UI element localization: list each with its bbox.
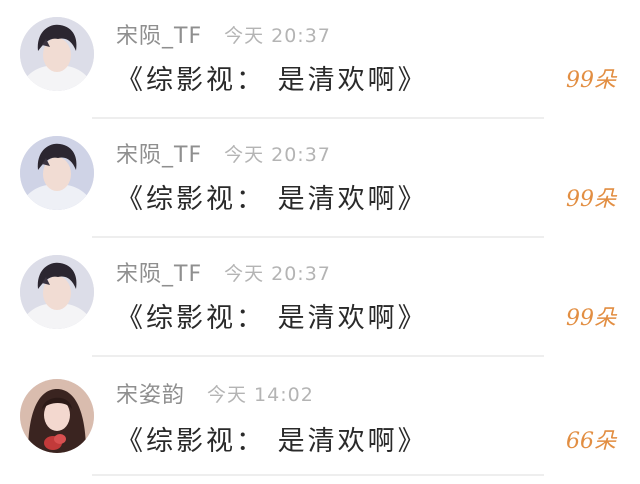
list-item[interactable]: 宋陨_TF 今天 20:37 《综影视： 是清欢啊》 99朵 bbox=[0, 238, 640, 357]
timestamp: 今天 20:37 bbox=[224, 262, 331, 285]
flower-count: 66朵 bbox=[566, 429, 616, 454]
message-text[interactable]: 《综影视： 是清欢啊》 bbox=[116, 177, 428, 216]
boy-avatar-icon bbox=[20, 136, 94, 210]
avatar[interactable] bbox=[20, 255, 94, 329]
timestamp: 今天 20:37 bbox=[224, 143, 331, 166]
username[interactable]: 宋陨_TF bbox=[116, 18, 202, 50]
timestamp: 今天 14:02 bbox=[207, 383, 314, 406]
timestamp: 今天 20:37 bbox=[224, 24, 331, 47]
boy-avatar-icon bbox=[20, 255, 94, 329]
avatar[interactable] bbox=[20, 136, 94, 210]
message-text[interactable]: 《综影视： 是清欢啊》 bbox=[116, 296, 428, 335]
list-item[interactable]: 宋陨_TF 今天 20:37 《综影视： 是清欢啊》 99朵 bbox=[0, 119, 640, 238]
flower-count: 99朵 bbox=[566, 68, 616, 93]
boy-avatar-icon bbox=[20, 17, 94, 91]
flower-count: 99朵 bbox=[566, 187, 616, 212]
message-meta: 宋陨_TF 今天 20:37 bbox=[116, 18, 331, 50]
list-item[interactable]: 宋陨_TF 今天 20:37 《综影视： 是清欢啊》 99朵 bbox=[0, 0, 640, 119]
avatar[interactable] bbox=[20, 17, 94, 91]
list-item[interactable]: 宋姿韵 今天 14:02 《综影视： 是清欢啊》 66朵 bbox=[0, 357, 640, 476]
username[interactable]: 宋陨_TF bbox=[116, 256, 202, 288]
girl-avatar-icon bbox=[20, 379, 94, 453]
username[interactable]: 宋陨_TF bbox=[116, 137, 202, 169]
message-meta: 宋姿韵 今天 14:02 bbox=[116, 377, 314, 409]
message-list: 宋陨_TF 今天 20:37 《综影视： 是清欢啊》 99朵 宋陨_TF 今天 … bbox=[0, 0, 640, 484]
message-meta: 宋陨_TF 今天 20:37 bbox=[116, 137, 331, 169]
divider bbox=[92, 474, 544, 476]
avatar[interactable] bbox=[20, 379, 94, 453]
message-meta: 宋陨_TF 今天 20:37 bbox=[116, 256, 331, 288]
message-text[interactable]: 《综影视： 是清欢啊》 bbox=[116, 58, 428, 97]
username[interactable]: 宋姿韵 bbox=[116, 377, 185, 409]
flower-count: 99朵 bbox=[566, 306, 616, 331]
message-text[interactable]: 《综影视： 是清欢啊》 bbox=[116, 419, 428, 458]
